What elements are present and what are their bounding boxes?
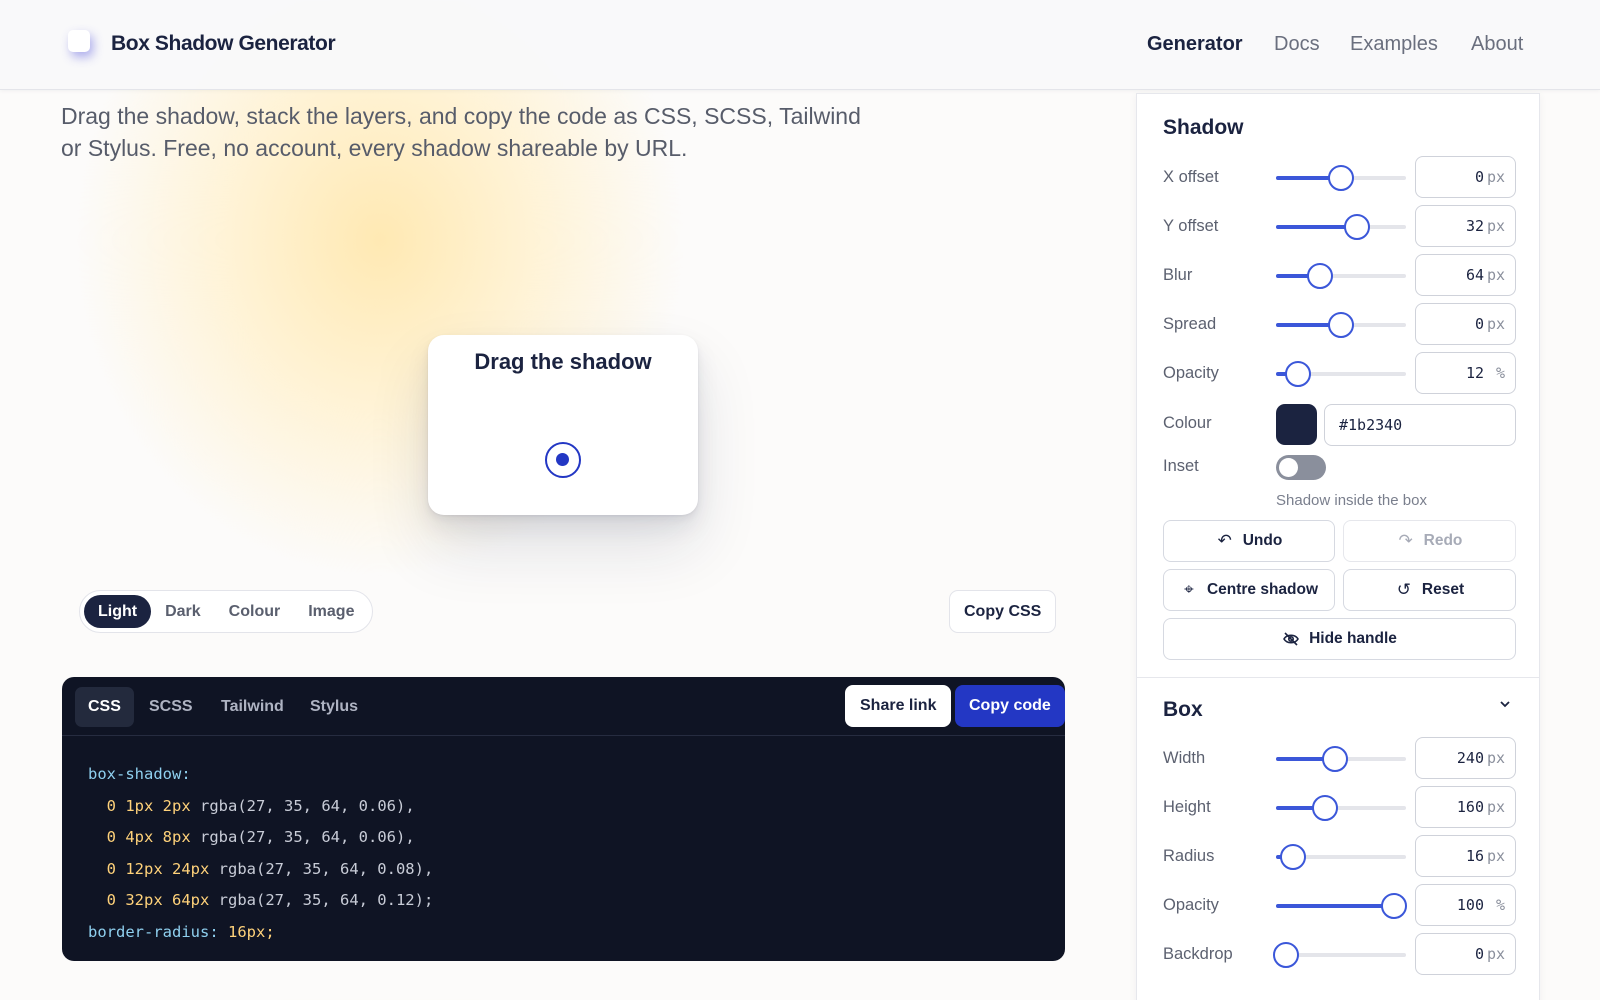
width-label: Width bbox=[1163, 749, 1206, 767]
spread-slider[interactable] bbox=[1276, 312, 1406, 338]
settings-panel: Shadow X offset 0 px Y offset 32 px Blur 6… bbox=[1136, 93, 1540, 1000]
radius-input[interactable]: 16 px bbox=[1415, 835, 1516, 877]
code-block[interactable]: box-shadow: 0 1px 2px rgba(27, 35, 64, 0… bbox=[88, 759, 433, 948]
slider-thumb[interactable] bbox=[1285, 361, 1312, 387]
code-panel: CSS SCSS Tailwind Stylus Share link Copy… bbox=[62, 677, 1065, 961]
slider-thumb[interactable] bbox=[1328, 165, 1354, 191]
undo-icon: ↶ bbox=[1217, 531, 1232, 550]
backdrop-slider[interactable] bbox=[1273, 942, 1406, 968]
inset-helper-text: Shadow inside the box bbox=[1276, 492, 1427, 509]
preview-title: Drag the shadow bbox=[474, 349, 652, 374]
slider-thumb[interactable] bbox=[1328, 312, 1354, 338]
reset-button[interactable]: ↺ Reset bbox=[1343, 569, 1516, 611]
code-toolbar: CSS SCSS Tailwind Stylus Share link Copy… bbox=[62, 677, 1065, 736]
shadow-opacity-input[interactable]: 12% bbox=[1415, 352, 1516, 394]
inset-toggle[interactable] bbox=[1276, 455, 1326, 480]
spread-input[interactable]: 0 px bbox=[1415, 303, 1516, 345]
x-offset-label: X offset bbox=[1163, 168, 1219, 186]
height-input[interactable]: 160 px bbox=[1415, 786, 1516, 828]
y-offset-slider[interactable] bbox=[1276, 214, 1406, 240]
hide-handle-button[interactable]: Hide handle bbox=[1163, 618, 1516, 660]
intro-text: Drag the shadow, stack the layers, and c… bbox=[61, 100, 861, 164]
bg-tab-colour[interactable]: Colour bbox=[215, 595, 295, 628]
reset-icon: ↺ bbox=[1396, 580, 1412, 599]
x-offset-slider[interactable] bbox=[1276, 165, 1406, 191]
backdrop-label: Backdrop bbox=[1163, 945, 1233, 963]
nav-docs[interactable]: Docs bbox=[1274, 33, 1320, 56]
code-tab-scss[interactable]: SCSS bbox=[136, 687, 206, 727]
undo-button[interactable]: ↶ Undo bbox=[1163, 520, 1335, 562]
redo-icon: ↷ bbox=[1398, 531, 1413, 550]
slider-thumb[interactable] bbox=[1279, 844, 1306, 870]
slider-thumb[interactable] bbox=[1273, 942, 1300, 968]
box-opacity-label: Opacity bbox=[1163, 896, 1219, 914]
code-line: 0 32px 64px rgba(27, 35, 64, 0.12); bbox=[106, 891, 434, 909]
bg-tab-light[interactable]: Light bbox=[84, 595, 152, 628]
slider-thumb[interactable] bbox=[1307, 263, 1334, 289]
redo-button[interactable]: ↷ Redo bbox=[1343, 520, 1516, 562]
copy-code-button[interactable]: Copy code bbox=[955, 685, 1065, 727]
blur-label: Blur bbox=[1163, 266, 1193, 284]
background-switcher: Light Dark Colour Image bbox=[79, 590, 374, 633]
handle-dot-icon bbox=[556, 453, 569, 466]
code-line: 0 1px 2px rgba(27, 35, 64, 0.06), bbox=[106, 796, 415, 815]
brand-name[interactable]: Box Shadow Generator bbox=[111, 32, 336, 56]
logo-icon[interactable] bbox=[68, 30, 90, 52]
radius-slider[interactable] bbox=[1276, 844, 1406, 870]
code-line: box-shadow: bbox=[88, 765, 191, 783]
box-opacity-slider[interactable] bbox=[1276, 893, 1408, 919]
bg-tab-dark[interactable]: Dark bbox=[151, 595, 215, 628]
code-tab-stylus[interactable]: Stylus bbox=[297, 687, 371, 727]
slider-thumb[interactable] bbox=[1312, 795, 1339, 821]
section-divider bbox=[1137, 677, 1539, 678]
height-label: Height bbox=[1163, 798, 1211, 816]
intro-line-2: or Stylus. Free, no account, every shado… bbox=[61, 135, 688, 161]
nav-examples[interactable]: Examples bbox=[1350, 33, 1438, 56]
crosshair-icon: ⌖ bbox=[1184, 580, 1194, 599]
spread-label: Spread bbox=[1163, 315, 1217, 333]
toggle-knob bbox=[1279, 458, 1298, 477]
height-slider[interactable] bbox=[1276, 795, 1406, 821]
blur-input[interactable]: 64 px bbox=[1415, 254, 1516, 296]
code-tab-tailwind[interactable]: Tailwind bbox=[208, 687, 297, 727]
nav-generator[interactable]: Generator bbox=[1147, 33, 1243, 56]
share-link-button[interactable]: Share link bbox=[845, 685, 952, 727]
preview-box: Drag the shadow bbox=[428, 335, 698, 515]
intro-line-1: Drag the shadow, stack the layers, and c… bbox=[61, 103, 861, 129]
bg-tab-image[interactable]: Image bbox=[294, 595, 368, 628]
copy-css-button[interactable]: Copy CSS bbox=[949, 590, 1057, 633]
code-tab-css[interactable]: CSS bbox=[75, 687, 134, 727]
nav-about[interactable]: About bbox=[1471, 33, 1523, 56]
inset-label: Inset bbox=[1163, 457, 1199, 475]
y-offset-label: Y offset bbox=[1163, 217, 1219, 235]
colour-hex-input[interactable]: #1b2340 bbox=[1324, 404, 1516, 446]
code-line: border-radius: 16px; bbox=[88, 922, 275, 941]
code-line: 0 4px 8px rgba(27, 35, 64, 0.06), bbox=[106, 828, 415, 846]
blur-slider[interactable] bbox=[1276, 263, 1406, 289]
eye-off-icon bbox=[1282, 630, 1300, 648]
code-line: 0 12px 24px rgba(27, 35, 64, 0.08), bbox=[106, 859, 434, 878]
x-offset-input[interactable]: 0 px bbox=[1415, 156, 1516, 198]
y-offset-input[interactable]: 32 px bbox=[1415, 205, 1516, 247]
width-input[interactable]: 240 px bbox=[1415, 737, 1516, 779]
shadow-opacity-slider[interactable] bbox=[1276, 361, 1406, 387]
chevron-down-icon[interactable] bbox=[1499, 698, 1511, 710]
shadow-drag-handle[interactable] bbox=[545, 442, 581, 478]
backdrop-input[interactable]: 0 px bbox=[1415, 933, 1516, 975]
slider-thumb[interactable] bbox=[1343, 214, 1370, 240]
radius-label: Radius bbox=[1163, 847, 1215, 865]
shadow-opacity-label: Opacity bbox=[1163, 364, 1219, 382]
colour-swatch[interactable] bbox=[1276, 404, 1317, 445]
centre-shadow-button[interactable]: ⌖ Centre shadow bbox=[1163, 569, 1335, 611]
width-slider[interactable] bbox=[1276, 746, 1406, 772]
box-opacity-input[interactable]: 100% bbox=[1415, 884, 1516, 926]
shadow-section-title: Shadow bbox=[1163, 116, 1244, 139]
top-header: Box Shadow Generator Generator Docs Exam… bbox=[0, 0, 1600, 90]
box-section-title[interactable]: Box bbox=[1163, 698, 1203, 722]
colour-label: Colour bbox=[1163, 414, 1212, 432]
slider-thumb[interactable] bbox=[1381, 893, 1408, 919]
slider-thumb[interactable] bbox=[1321, 746, 1348, 772]
